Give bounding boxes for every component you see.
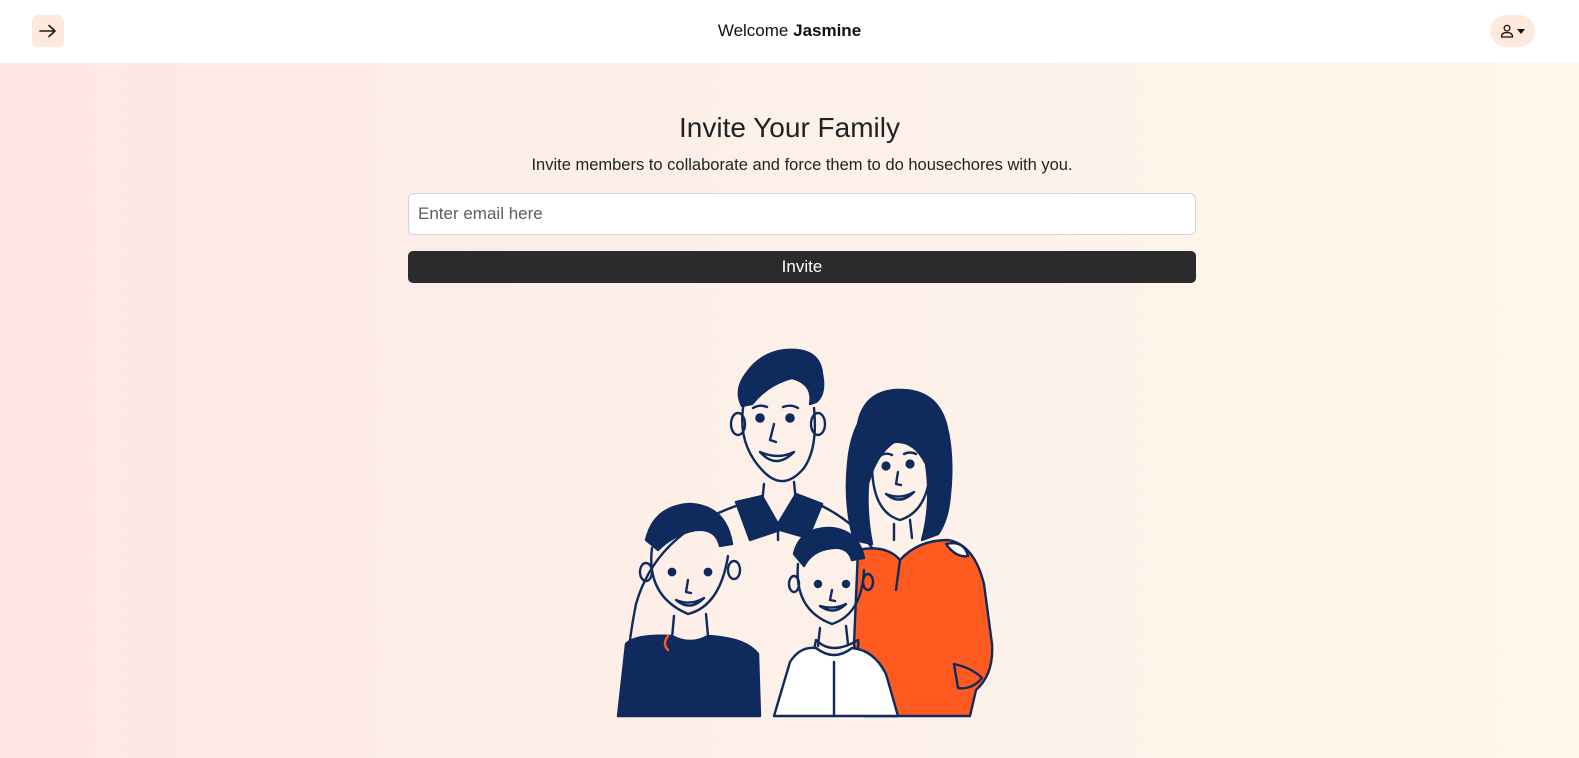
welcome-prefix: Welcome (717, 21, 789, 40)
left-boy-figure (616, 502, 762, 718)
chevron-down-icon (1517, 29, 1525, 34)
page-title: Invite Your Family (679, 112, 900, 143)
person-icon (1500, 24, 1514, 38)
invite-button[interactable]: Invite (408, 251, 1196, 283)
family-illustration (616, 348, 994, 718)
welcome-message: Welcome Jasmine (0, 20, 1579, 42)
user-name: Jasmine (793, 21, 862, 40)
page-subtitle: Invite members to collaborate and force … (531, 156, 1073, 174)
email-field[interactable] (408, 193, 1196, 235)
top-navbar: Welcome Jasmine (0, 0, 1579, 63)
user-menu-button[interactable] (1490, 15, 1535, 47)
